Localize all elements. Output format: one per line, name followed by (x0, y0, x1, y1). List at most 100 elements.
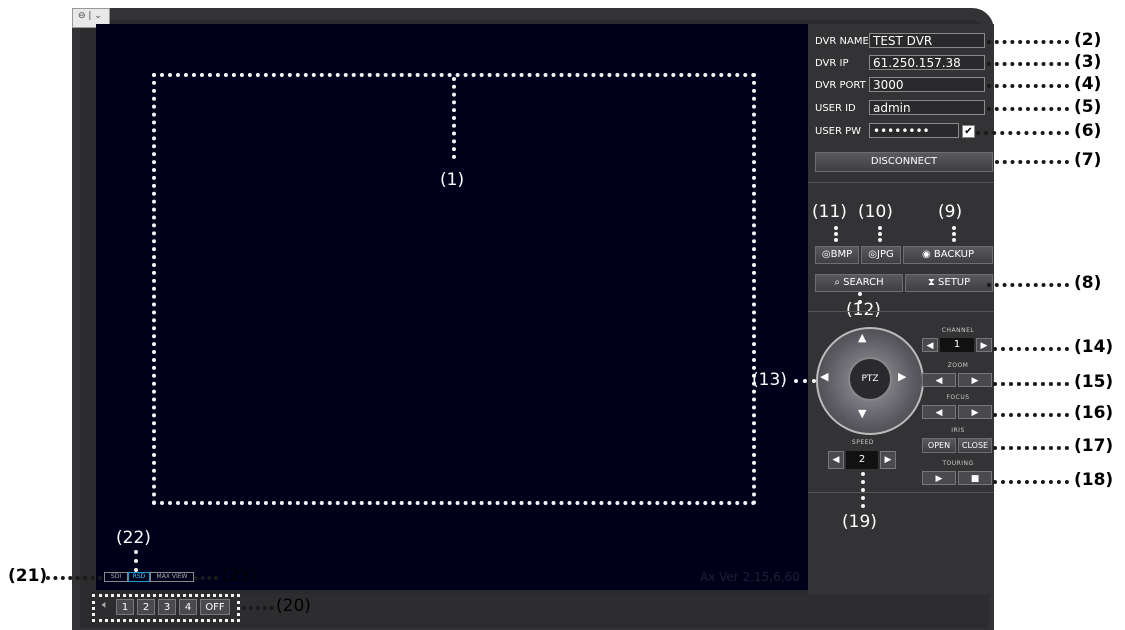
iris-close-button[interactable]: CLOSE (958, 438, 992, 453)
callout-line-15 (993, 382, 1069, 386)
focus-far-button[interactable]: ▶ (958, 405, 992, 419)
audio-channel-2-button[interactable]: 2 (137, 599, 155, 615)
disconnect-button[interactable]: DISCONNECT (815, 152, 993, 172)
hourglass-icon: ⧗ (927, 277, 939, 288)
jpg-label: JPG (877, 249, 894, 260)
dvr-port-field[interactable]: 3000 (869, 77, 985, 92)
channel-value: 1 (940, 338, 974, 352)
user-pw-label: USER PW (815, 126, 862, 137)
callout-15: (15) (1074, 372, 1114, 392)
ptz-left-arrow-icon[interactable]: ◀ (820, 370, 828, 383)
callout-line-6 (976, 131, 1069, 135)
callout-13-label: (13) (752, 370, 787, 390)
callout-2: (2) (1074, 30, 1102, 50)
callout-12: (12) (846, 300, 881, 320)
ptz-down-arrow-icon[interactable]: ▼ (858, 407, 866, 420)
user-id-field[interactable]: admin (869, 100, 985, 115)
touring-stop-button[interactable]: ■ (958, 471, 992, 485)
focus-label: FOCUS (946, 394, 970, 401)
sdi-button[interactable]: SDI (104, 572, 128, 582)
search-button[interactable]: ⌕ SEARCH (815, 274, 903, 292)
callout-7: (7) (1074, 150, 1102, 170)
backup-button[interactable]: ◉ BACKUP (903, 246, 993, 264)
bmp-capture-button[interactable]: ◎BMP (815, 246, 859, 264)
camera-icon: ◎ (868, 249, 877, 260)
callout-line-16 (993, 413, 1069, 417)
bmp-label: BMP (830, 249, 853, 260)
dvr-port-label: DVR PORT (815, 80, 866, 91)
dvr-ip-field[interactable]: 61.250.157.38 (869, 55, 985, 70)
dvr-name-label: DVR NAME (815, 36, 869, 47)
save-password-checkbox[interactable]: ✔ (962, 125, 975, 138)
callout-22: (22) (116, 528, 151, 548)
max-view-button[interactable]: MAX VIEW (150, 572, 194, 582)
callout-10: (10) (858, 202, 893, 222)
ptz-center[interactable]: PTZ (848, 357, 892, 401)
callout-line-2 (987, 40, 1069, 44)
callout-line-10 (878, 226, 882, 242)
callout-4: (4) (1074, 74, 1102, 94)
iris-open-button[interactable]: OPEN (922, 438, 956, 453)
callout-9: (9) (938, 202, 963, 222)
callout-line-7 (995, 160, 1069, 164)
callout-line-1 (452, 77, 456, 159)
backup-label: BACKUP (933, 249, 975, 260)
ptz-up-arrow-icon[interactable]: ▲ (858, 331, 866, 344)
callout-line-18 (993, 480, 1069, 484)
callout-1: (1) (440, 170, 465, 190)
touring-label: TOURING (942, 460, 974, 467)
jpg-capture-button[interactable]: ◎JPG (861, 246, 901, 264)
user-pw-field[interactable]: •••••••• (869, 123, 959, 138)
zoom-in-button[interactable]: ▶ (958, 373, 992, 387)
callout-18: (18) (1074, 470, 1114, 490)
focus-near-button[interactable]: ◀ (922, 405, 956, 419)
ptz-right-arrow-icon[interactable]: ▶ (898, 370, 906, 383)
panel-divider-2 (808, 311, 994, 312)
zoom-out-button[interactable]: ◀ (922, 373, 956, 387)
callout-line-9 (952, 226, 956, 242)
callout-line-3 (987, 62, 1069, 66)
callout-line-17 (993, 446, 1069, 450)
callout-21: (21) (8, 566, 48, 586)
window-menu-glyph: ⊖ | ⌄ (78, 11, 102, 21)
search-label: SEARCH (843, 277, 884, 288)
callout-line-19 (861, 472, 865, 508)
callout-13: (13) (752, 370, 787, 390)
setup-label: SETUP (938, 277, 971, 288)
callout-17: (17) (1074, 436, 1114, 456)
channel-next-button[interactable]: ▶ (976, 338, 992, 352)
channel-prev-button[interactable]: ◀ (922, 338, 938, 352)
callout-11: (11) (812, 202, 847, 222)
search-icon: ⌕ (834, 277, 844, 288)
speaker-icon: 🔈︎ (102, 598, 109, 611)
audio-channel-1-button[interactable]: 1 (116, 599, 134, 615)
dvr-name-field[interactable]: TEST DVR (869, 33, 985, 48)
channel-label: CHANNEL (941, 327, 975, 334)
audio-channel-4-button[interactable]: 4 (179, 599, 197, 615)
callout-line-4 (987, 84, 1069, 88)
callout-14: (14) (1074, 337, 1114, 357)
callout-line-23 (194, 576, 218, 580)
audio-channel-3-button[interactable]: 3 (158, 599, 176, 615)
callout-19: (19) (842, 512, 877, 532)
callout-line-22 (134, 550, 138, 572)
callout-line-11 (834, 226, 838, 242)
callout-line-20 (242, 606, 274, 610)
callout-16: (16) (1074, 403, 1114, 423)
callout-6: (6) (1074, 121, 1102, 141)
speed-increase-button[interactable]: ▶ (880, 451, 896, 469)
audio-off-button[interactable]: OFF (200, 599, 230, 615)
touring-play-button[interactable]: ▶ (922, 471, 956, 485)
panel-divider-3 (808, 492, 994, 493)
callout-3: (3) (1074, 52, 1102, 72)
callout-line-13 (794, 379, 816, 383)
dvr-ip-label: DVR IP (815, 58, 849, 69)
callout-line-21 (46, 576, 102, 580)
speed-decrease-button[interactable]: ◀ (828, 451, 844, 469)
callout-23: (23) (222, 566, 257, 586)
rsd-button[interactable]: RSD (128, 572, 150, 582)
callout-line-5 (987, 107, 1069, 111)
setup-button[interactable]: ⧗ SETUP (905, 274, 993, 292)
callout-8: (8) (1074, 273, 1102, 293)
callout-20: (20) (276, 596, 311, 616)
